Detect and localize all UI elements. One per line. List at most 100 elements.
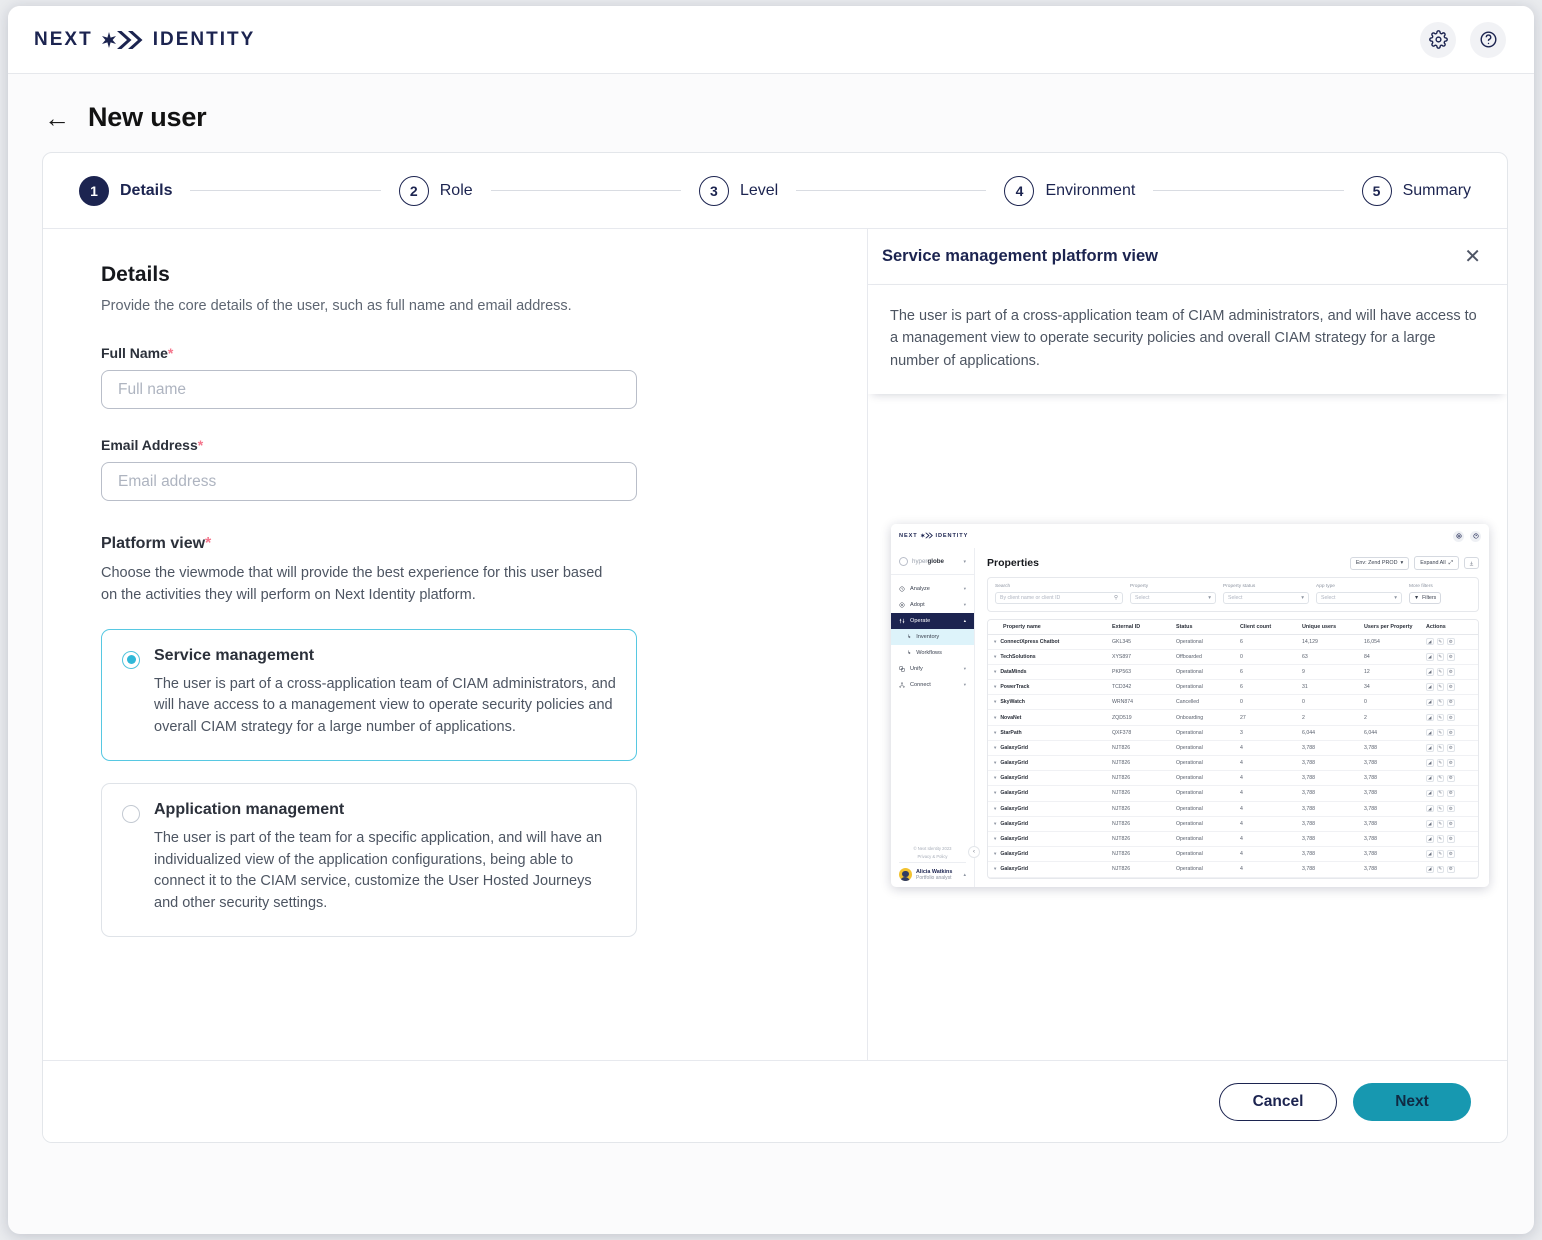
- step-summary[interactable]: 5 Summary: [1361, 175, 1471, 206]
- settings-icon[interactable]: ⚙: [1447, 728, 1455, 737]
- step-environment[interactable]: 4 Environment: [1004, 175, 1135, 206]
- preview-user-profile[interactable]: Alicia Watkins Portfolio analyst ▴: [899, 862, 966, 881]
- settings-icon[interactable]: ⚙: [1447, 637, 1455, 646]
- chart-icon[interactable]: ◢: [1426, 637, 1434, 646]
- next-button[interactable]: Next: [1353, 1082, 1471, 1121]
- edit-icon[interactable]: ✎: [1436, 713, 1444, 722]
- cancel-button[interactable]: Cancel: [1219, 1082, 1337, 1121]
- preview-property-select[interactable]: Select ▾: [1130, 591, 1216, 604]
- edit-icon[interactable]: ✎: [1436, 850, 1444, 858]
- email-input[interactable]: [101, 462, 637, 502]
- chevron-down-icon[interactable]: ▾: [994, 851, 996, 857]
- table-row[interactable]: ▾ GalaxyGrid NJT826 Operational 4 3,788 3,788 ◢…: [988, 786, 1478, 802]
- edit-icon[interactable]: ✎: [1436, 865, 1444, 874]
- chevron-down-icon[interactable]: ▾: [994, 654, 996, 660]
- table-row[interactable]: ▾ GalaxyGrid NJT826 Operational 4 3,788 3,788 ◢…: [988, 862, 1478, 878]
- chevron-down-icon[interactable]: ▾: [994, 806, 996, 812]
- chart-icon[interactable]: ◢: [1426, 774, 1434, 783]
- settings-icon[interactable]: ⚙: [1447, 820, 1455, 828]
- chevron-down-icon[interactable]: ▾: [994, 760, 996, 766]
- edit-icon[interactable]: ✎: [1436, 653, 1444, 661]
- table-row[interactable]: ▾ ConnectXpress Chatbot GKL345 Operational 6…: [988, 635, 1478, 650]
- chart-icon[interactable]: ◢: [1426, 653, 1434, 661]
- settings-button[interactable]: [1420, 21, 1456, 58]
- settings-icon[interactable]: ⚙: [1447, 668, 1455, 676]
- preview-filters-button[interactable]: ▼ Filters: [1409, 591, 1442, 604]
- table-row[interactable]: ▾ TechSolutions XYS897 Offboarded 0 63 84 ◢ ✎ ⚙: [988, 650, 1478, 665]
- table-row[interactable]: ▾ SkyWatch WRN874 Cancelled 0 0 0 ◢ ✎ ⚙: [988, 695, 1478, 711]
- settings-icon[interactable]: ⚙: [1447, 835, 1455, 843]
- edit-icon[interactable]: ✎: [1436, 668, 1444, 676]
- preview-nav-connect[interactable]: Connect ▾: [891, 677, 974, 693]
- settings-icon[interactable]: ⚙: [1447, 850, 1455, 858]
- preview-apptype-select[interactable]: Select ▾: [1316, 591, 1402, 604]
- settings-icon[interactable]: ⚙: [1447, 759, 1455, 767]
- chart-icon[interactable]: ◢: [1426, 744, 1434, 752]
- table-row[interactable]: ▾ GalaxyGrid NJT826 Operational 4 3,788 3,788 ◢…: [988, 847, 1478, 863]
- chevron-down-icon[interactable]: ▾: [994, 715, 996, 721]
- chart-icon[interactable]: ◢: [1426, 850, 1434, 858]
- step-details[interactable]: 1 Details: [79, 175, 172, 206]
- edit-icon[interactable]: ✎: [1436, 744, 1444, 752]
- settings-icon[interactable]: ⚙: [1447, 698, 1455, 707]
- settings-icon[interactable]: ⚙: [1447, 653, 1455, 661]
- chevron-down-icon[interactable]: ▾: [994, 639, 996, 645]
- chevron-down-icon[interactable]: ▾: [994, 684, 996, 690]
- edit-icon[interactable]: ✎: [1436, 759, 1444, 767]
- step-role[interactable]: 2 Role: [398, 175, 473, 206]
- chevron-down-icon[interactable]: ▾: [994, 730, 996, 736]
- preview-status-select[interactable]: Select ▾: [1223, 591, 1309, 604]
- preview-privacy-link[interactable]: Privacy & Policy: [899, 854, 966, 859]
- back-arrow-icon[interactable]: ←: [44, 105, 70, 131]
- chevron-down-icon[interactable]: ▾: [994, 821, 996, 827]
- preview-org-switcher[interactable]: hyperglobe ▾: [891, 552, 974, 575]
- preview-sidebar-collapse-button[interactable]: ‹: [968, 846, 980, 858]
- table-row[interactable]: ▾ GalaxyGrid NJT826 Operational 4 3,788 3,788 ◢…: [988, 817, 1478, 832]
- edit-icon[interactable]: ✎: [1436, 698, 1444, 707]
- settings-icon[interactable]: ⚙: [1447, 804, 1455, 813]
- radio-application-management[interactable]: [122, 804, 140, 823]
- full-name-input[interactable]: [101, 370, 637, 410]
- edit-icon[interactable]: ✎: [1436, 820, 1444, 828]
- edit-icon[interactable]: ✎: [1436, 835, 1444, 843]
- preview-export-button[interactable]: [1464, 557, 1479, 569]
- chart-icon[interactable]: ◢: [1426, 865, 1434, 874]
- edit-icon[interactable]: ✎: [1436, 683, 1444, 691]
- table-row[interactable]: ▾ GalaxyGrid NJT826 Operational 4 3,788 3,788 ◢…: [988, 741, 1478, 756]
- preview-settings-icon[interactable]: [1453, 530, 1464, 542]
- settings-icon[interactable]: ⚙: [1447, 774, 1455, 783]
- table-row[interactable]: ▾ GalaxyGrid NJT826 Operational 4 3,788 3,788 ◢…: [988, 832, 1478, 848]
- chart-icon[interactable]: ◢: [1426, 728, 1434, 737]
- radio-service-management[interactable]: [122, 650, 140, 669]
- table-row[interactable]: ▾ DataMinds PKP563 Operational 6 9 12 ◢ ✎ ⚙: [988, 665, 1478, 681]
- chart-icon[interactable]: ◢: [1426, 698, 1434, 707]
- close-icon[interactable]: ✕: [1464, 247, 1481, 267]
- preview-nav-operate[interactable]: Operate ▴: [891, 613, 974, 629]
- settings-icon[interactable]: ⚙: [1447, 789, 1455, 798]
- preview-help-icon[interactable]: [1470, 530, 1481, 542]
- preview-nav-adopt[interactable]: Adopt ▾: [891, 597, 974, 613]
- table-row[interactable]: ▾ GalaxyGrid NJT826 Operational 4 3,788 3,788 ◢…: [988, 756, 1478, 772]
- edit-icon[interactable]: ✎: [1436, 728, 1444, 737]
- settings-icon[interactable]: ⚙: [1447, 865, 1455, 874]
- chevron-down-icon[interactable]: ▾: [994, 836, 996, 842]
- table-row[interactable]: ▾ StarPath QXF378 Operational 3 6,044 6,044 ◢ ✎ ⚙: [988, 726, 1478, 741]
- chart-icon[interactable]: ◢: [1426, 713, 1434, 722]
- brand-logo[interactable]: NEXT IDENTITY: [34, 29, 255, 51]
- edit-icon[interactable]: ✎: [1436, 804, 1444, 813]
- chevron-down-icon[interactable]: ▾: [994, 866, 996, 872]
- settings-icon[interactable]: ⚙: [1447, 744, 1455, 752]
- settings-icon[interactable]: ⚙: [1447, 713, 1455, 722]
- chevron-down-icon[interactable]: ▾: [994, 790, 996, 796]
- chevron-down-icon[interactable]: ▾: [994, 775, 996, 781]
- preview-nav-inventory[interactable]: ↳ Inventory: [891, 629, 974, 645]
- chart-icon[interactable]: ◢: [1426, 759, 1434, 767]
- option-application-management[interactable]: Application management The user is part …: [101, 782, 637, 937]
- chevron-down-icon[interactable]: ▾: [994, 669, 996, 675]
- preview-env-selector[interactable]: Env: Zend PROD ▾: [1349, 556, 1410, 570]
- settings-icon[interactable]: ⚙: [1447, 683, 1455, 691]
- edit-icon[interactable]: ✎: [1436, 774, 1444, 783]
- preview-nav-unify[interactable]: Unify ▾: [891, 661, 974, 677]
- chart-icon[interactable]: ◢: [1426, 668, 1434, 676]
- step-level[interactable]: 3 Level: [698, 175, 778, 206]
